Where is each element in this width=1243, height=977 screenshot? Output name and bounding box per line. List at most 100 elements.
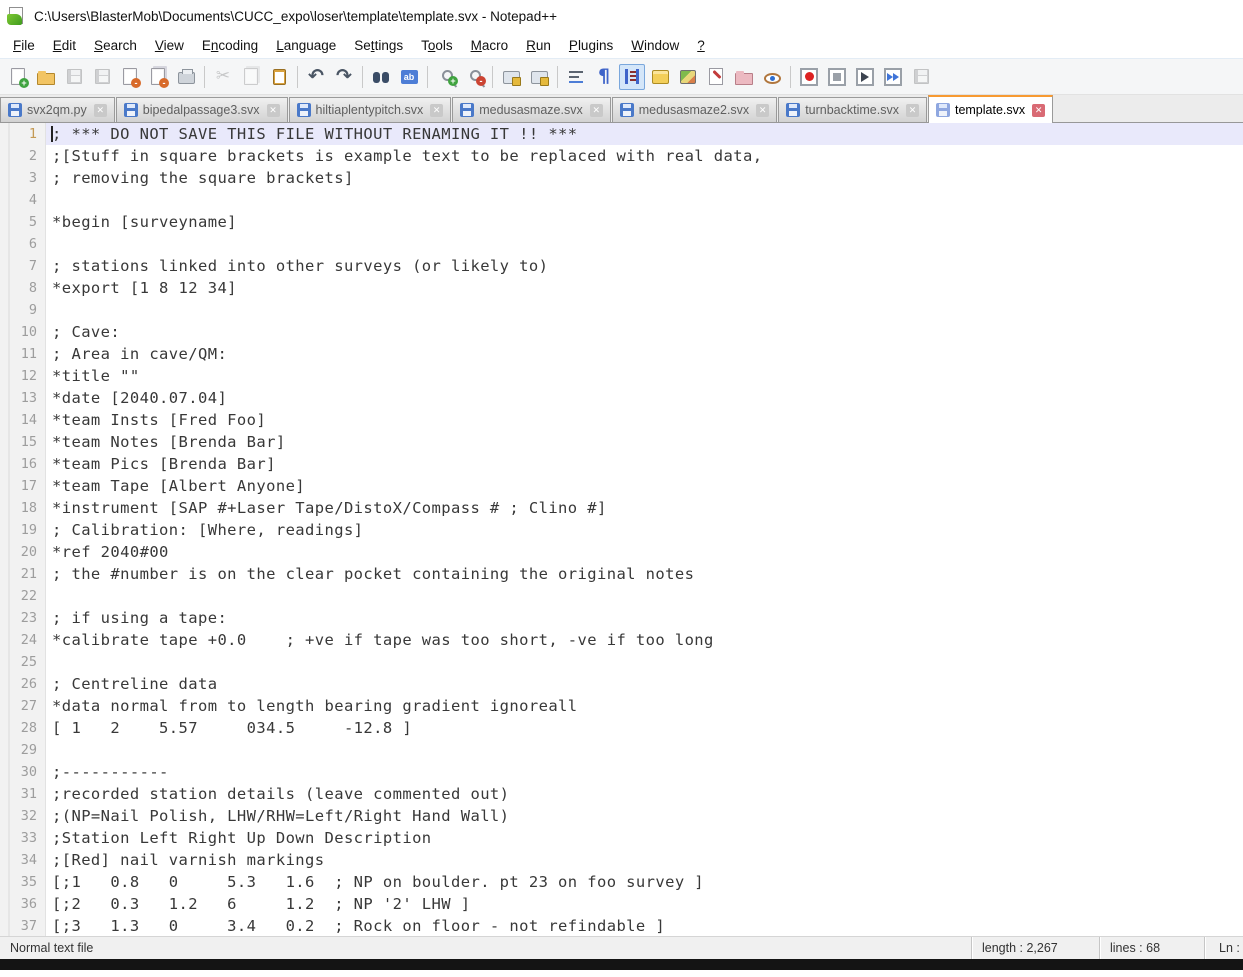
- line-number[interactable]: 25: [0, 651, 46, 673]
- tab-svx2qm-py[interactable]: svx2qm.py✕: [0, 97, 115, 122]
- tab-close-icon[interactable]: ✕: [756, 104, 769, 117]
- toolbar-button-zoom-in[interactable]: +: [433, 64, 459, 90]
- line-text[interactable]: ; Cave:: [46, 321, 1243, 343]
- line-text[interactable]: *begin [surveyname]: [46, 211, 1243, 233]
- toolbar-button-undo[interactable]: ↶: [303, 64, 329, 90]
- menu-item-file[interactable]: File: [4, 35, 44, 56]
- menu-item-encoding[interactable]: Encoding: [193, 35, 267, 56]
- line-text[interactable]: *export [1 8 12 34]: [46, 277, 1243, 299]
- line-number[interactable]: 4: [0, 189, 46, 211]
- line-number[interactable]: 35: [0, 871, 46, 893]
- menu-item-edit[interactable]: Edit: [44, 35, 85, 56]
- toolbar-button-replace[interactable]: ab: [396, 64, 422, 90]
- line-number[interactable]: 23: [0, 607, 46, 629]
- line-number[interactable]: 33: [0, 827, 46, 849]
- line-number[interactable]: 16: [0, 453, 46, 475]
- toolbar-button-document-map[interactable]: [675, 64, 701, 90]
- toolbar-button-open-file[interactable]: [33, 64, 59, 90]
- toolbar-button-close[interactable]: -: [117, 64, 143, 90]
- line-number[interactable]: 31: [0, 783, 46, 805]
- line-number[interactable]: 22: [0, 585, 46, 607]
- toolbar-button-close-all[interactable]: -: [145, 64, 171, 90]
- editor-area[interactable]: 1; *** DO NOT SAVE THIS FILE WITHOUT REN…: [0, 123, 1243, 936]
- line-number[interactable]: 27: [0, 695, 46, 717]
- line-text[interactable]: [46, 585, 1243, 607]
- menu-item-view[interactable]: View: [146, 35, 193, 56]
- line-number[interactable]: 20: [0, 541, 46, 563]
- tab-hiltiaplentypitch-svx[interactable]: hiltiaplentypitch.svx✕: [289, 97, 452, 122]
- line-text[interactable]: [46, 233, 1243, 255]
- line-text[interactable]: [ 1 2 5.57 034.5 -12.8 ]: [46, 717, 1243, 739]
- tab-close-icon[interactable]: ✕: [590, 104, 603, 117]
- line-number[interactable]: 1: [0, 123, 46, 145]
- line-text[interactable]: *calibrate tape +0.0 ; +ve if tape was t…: [46, 629, 1243, 651]
- tab-bipedalpassage3-svx[interactable]: bipedalpassage3.svx✕: [116, 97, 288, 122]
- line-text[interactable]: [;3 1.3 0 3.4 0.2 ; Rock on floor - not …: [46, 915, 1243, 936]
- line-number[interactable]: 15: [0, 431, 46, 453]
- toolbar-button-paste[interactable]: [266, 64, 292, 90]
- line-number[interactable]: 10: [0, 321, 46, 343]
- line-number[interactable]: 5: [0, 211, 46, 233]
- line-number[interactable]: 14: [0, 409, 46, 431]
- menu-item-macro[interactable]: Macro: [462, 35, 518, 56]
- toolbar-button-function-list[interactable]: [647, 64, 673, 90]
- line-text[interactable]: *team Pics [Brenda Bar]: [46, 453, 1243, 475]
- line-text[interactable]: *date [2040.07.04]: [46, 387, 1243, 409]
- line-number[interactable]: 26: [0, 673, 46, 695]
- tab-medusasmaze2-svx[interactable]: medusasmaze2.svx✕: [612, 97, 777, 122]
- line-text[interactable]: [;1 0.8 0 5.3 1.6 ; NP on boulder. pt 23…: [46, 871, 1243, 893]
- tab-template-svx[interactable]: template.svx✕: [928, 95, 1053, 123]
- line-text[interactable]: [46, 189, 1243, 211]
- line-text[interactable]: [46, 739, 1243, 761]
- menu-item-window[interactable]: Window: [622, 35, 688, 56]
- line-text[interactable]: ; if using a tape:: [46, 607, 1243, 629]
- menu-item-help[interactable]: ?: [688, 35, 714, 56]
- tab-close-icon[interactable]: ✕: [1032, 104, 1045, 117]
- line-text[interactable]: ;[Red] nail varnish markings: [46, 849, 1243, 871]
- line-text[interactable]: ; the #number is on the clear pocket con…: [46, 563, 1243, 585]
- menu-item-tools[interactable]: Tools: [412, 35, 462, 56]
- line-text[interactable]: *team Tape [Albert Anyone]: [46, 475, 1243, 497]
- line-number[interactable]: 30: [0, 761, 46, 783]
- line-number[interactable]: 28: [0, 717, 46, 739]
- line-text[interactable]: ;Station Left Right Up Down Description: [46, 827, 1243, 849]
- line-text[interactable]: *data normal from to length bearing grad…: [46, 695, 1243, 717]
- line-text[interactable]: ;(NP=Nail Polish, LHW/RHW=Left/Right Han…: [46, 805, 1243, 827]
- line-text[interactable]: ;recorded station details (leave comment…: [46, 783, 1243, 805]
- menu-item-plugins[interactable]: Plugins: [560, 35, 622, 56]
- line-number[interactable]: 8: [0, 277, 46, 299]
- tab-turnbacktime-svx[interactable]: turnbacktime.svx✕: [778, 97, 927, 122]
- line-text[interactable]: *team Insts [Fred Foo]: [46, 409, 1243, 431]
- toolbar-button-macro-save[interactable]: [908, 64, 934, 90]
- line-text[interactable]: *team Notes [Brenda Bar]: [46, 431, 1243, 453]
- toolbar-button-sync-vertical[interactable]: [498, 64, 524, 90]
- toolbar-button-monitoring[interactable]: [759, 64, 785, 90]
- line-number[interactable]: 2: [0, 145, 46, 167]
- line-number[interactable]: 29: [0, 739, 46, 761]
- toolbar-button-macro-record[interactable]: [796, 64, 822, 90]
- line-text[interactable]: ; stations linked into other surveys (or…: [46, 255, 1243, 277]
- toolbar-button-print[interactable]: [173, 64, 199, 90]
- line-number[interactable]: 17: [0, 475, 46, 497]
- line-number[interactable]: 3: [0, 167, 46, 189]
- toolbar-button-function-list-panel[interactable]: [703, 64, 729, 90]
- line-number[interactable]: 19: [0, 519, 46, 541]
- line-text[interactable]: ; Calibration: [Where, readings]: [46, 519, 1243, 541]
- toolbar-button-redo[interactable]: ↷: [331, 64, 357, 90]
- line-text[interactable]: [46, 651, 1243, 673]
- toolbar-button-find[interactable]: [368, 64, 394, 90]
- line-number[interactable]: 36: [0, 893, 46, 915]
- toolbar-button-macro-stop[interactable]: [824, 64, 850, 90]
- line-number[interactable]: 21: [0, 563, 46, 585]
- toolbar-button-new-file[interactable]: +: [5, 64, 31, 90]
- line-number[interactable]: 18: [0, 497, 46, 519]
- line-text[interactable]: ;[Stuff in square brackets is example te…: [46, 145, 1243, 167]
- line-number[interactable]: 34: [0, 849, 46, 871]
- menu-item-run[interactable]: Run: [517, 35, 560, 56]
- toolbar-button-macro-play[interactable]: [852, 64, 878, 90]
- toolbar-button-save-all[interactable]: [89, 64, 115, 90]
- tab-close-icon[interactable]: ✕: [94, 104, 107, 117]
- toolbar-button-word-wrap[interactable]: [563, 64, 589, 90]
- toolbar-button-cut[interactable]: ✂: [210, 64, 236, 90]
- line-number[interactable]: 12: [0, 365, 46, 387]
